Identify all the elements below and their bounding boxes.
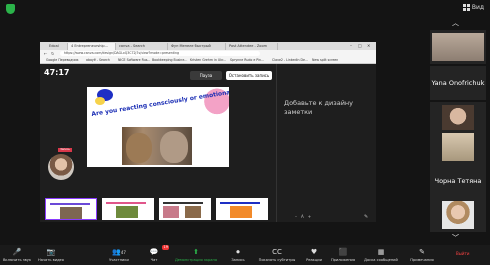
slide-decoration [95, 97, 105, 105]
bookmark-item[interactable]: Clave2 - LinkedIn De... [272, 57, 308, 63]
browser-tab[interactable]: Фун Менеле быстрый [168, 43, 226, 50]
participant-tile[interactable]: Чорна Тетяна [430, 164, 486, 198]
bookmark-item[interactable]: New split screen [312, 57, 338, 63]
back-icon[interactable]: ← [44, 51, 47, 56]
reactions-button[interactable]: ♥ Реакции [304, 247, 324, 265]
maximize-icon[interactable]: □ [358, 43, 362, 48]
address-bar[interactable]: https://www.canva.com/design/DAGLxQ3C72j… [60, 51, 260, 56]
record-button[interactable]: ⏺ Запись [228, 247, 248, 265]
browser-tab[interactable]: canva - Search [116, 43, 168, 50]
canva-presenter-view: 47:17 Пауза Остановить запись Are you re… [40, 64, 376, 222]
close-icon[interactable]: ✕ [367, 43, 370, 48]
share-screen-icon: ⬆ [193, 248, 199, 256]
decrease-font-button[interactable]: – [295, 214, 297, 219]
bookmark-item[interactable]: abayê - Search [86, 57, 110, 63]
security-shield-icon[interactable] [6, 4, 15, 14]
share-screen-button[interactable]: ⬆ Демонстрация экрана [172, 247, 220, 265]
zoom-toolbar: 🎤 Включить звук 📷 Начать видео 👥47 Участ… [0, 245, 490, 265]
bookmark-item[interactable]: Bookkeeping Busine... [152, 57, 187, 63]
notes-divider [276, 64, 277, 222]
zoom-top-bar: Вид [0, 0, 490, 22]
captions-icon: CC [272, 248, 282, 256]
start-video-button[interactable]: 📷 Начать видео [36, 247, 66, 265]
participant-tile[interactable] [430, 198, 486, 232]
slide-thumbnail[interactable] [102, 198, 154, 220]
bookmark-item[interactable]: Kristen Grehm in Ukr... [190, 57, 226, 63]
participant-tile[interactable] [430, 30, 486, 64]
microphone-icon: 🎤 [12, 248, 22, 256]
increase-font-button[interactable]: + [308, 214, 311, 219]
slide-cats-photo [122, 127, 192, 165]
camera-icon: 📷 [46, 248, 56, 256]
minimize-icon[interactable]: – [350, 43, 352, 48]
record-icon: ⏺ [236, 248, 240, 256]
shared-screen: Edoal 4 Entrepreneurship... canva - Sear… [40, 42, 376, 222]
bookmarks-bar: Google Переводчик abayê - Search NICE So… [40, 57, 376, 64]
whiteboard-button[interactable]: ▦ Доска сообщений [362, 247, 400, 265]
participants-button[interactable]: 👥47 Участники [104, 247, 134, 265]
slide-thumbnail[interactable] [159, 198, 211, 220]
pause-button[interactable]: Пауза [190, 71, 222, 80]
participants-strip: ︿ Yana Onofrichuk Чорна Тетяна ﹀ [430, 0, 490, 245]
participant-name: Чорна Тетяна [434, 177, 482, 185]
browser-tab[interactable]: Edoal [46, 43, 68, 50]
browser-tab[interactable]: Post Attendee - Zoom [226, 43, 278, 50]
browser-tab-strip: Edoal 4 Entrepreneurship... canva - Sear… [40, 42, 376, 50]
presentation-timer: 47:17 [44, 68, 70, 77]
apps-icon: ⬛ [338, 248, 348, 256]
whiteboard-icon: ▦ [377, 248, 385, 256]
leave-button[interactable]: Выйти [456, 251, 469, 256]
browser-toolbar: ← ↻ https://www.canva.com/design/DAGLxQ3… [40, 50, 376, 57]
participants-icon: 👥47 [112, 248, 126, 256]
bookmark-item[interactable]: Sprynne Rudo e Pin... [230, 57, 264, 63]
slide-thumbnails [45, 198, 270, 220]
chat-unread-badge: 19 [162, 245, 170, 250]
bookmark-item[interactable]: Google Переводчик [46, 57, 79, 63]
participant-tile[interactable] [430, 130, 486, 164]
unmute-button[interactable]: 🎤 Включить звук [2, 247, 32, 265]
chevron-up-icon[interactable]: ︿ [452, 18, 459, 28]
heart-icon: ♥ [310, 248, 318, 256]
chevron-down-icon[interactable]: ﹀ [452, 233, 459, 243]
notes-button[interactable]: ✎ Примечания [406, 247, 438, 265]
browser-tab-active[interactable]: 4 Entrepreneurship... [68, 43, 116, 50]
slide-thumbnail[interactable] [216, 198, 268, 220]
font-size-icon[interactable]: A [301, 214, 304, 219]
bookmark-item[interactable]: NICE Software Rus... [118, 57, 150, 63]
notes-placeholder[interactable]: Добавьте к дизайну заметки [284, 99, 372, 117]
participant-tile[interactable]: Yana Onofrichuk [430, 66, 486, 100]
stop-recording-button[interactable]: Остановить запись [226, 71, 272, 80]
apps-button[interactable]: ⬛ Приложения [330, 247, 356, 265]
notes-font-tools: – A + [295, 214, 311, 219]
presenter-camera-bubble [48, 154, 74, 180]
reload-icon[interactable]: ↻ [51, 51, 54, 56]
notes-icon: ✎ [419, 248, 425, 256]
presenter-recording-tag: Запись [58, 148, 72, 152]
edit-notes-icon[interactable]: ✎ [364, 214, 368, 220]
participant-name: Yana Onofrichuk [431, 79, 485, 87]
current-slide: Are you reacting consciously or emotiona… [87, 87, 229, 167]
slide-thumbnail[interactable] [45, 198, 97, 220]
captions-button[interactable]: CC Показать субтитры [256, 247, 298, 265]
